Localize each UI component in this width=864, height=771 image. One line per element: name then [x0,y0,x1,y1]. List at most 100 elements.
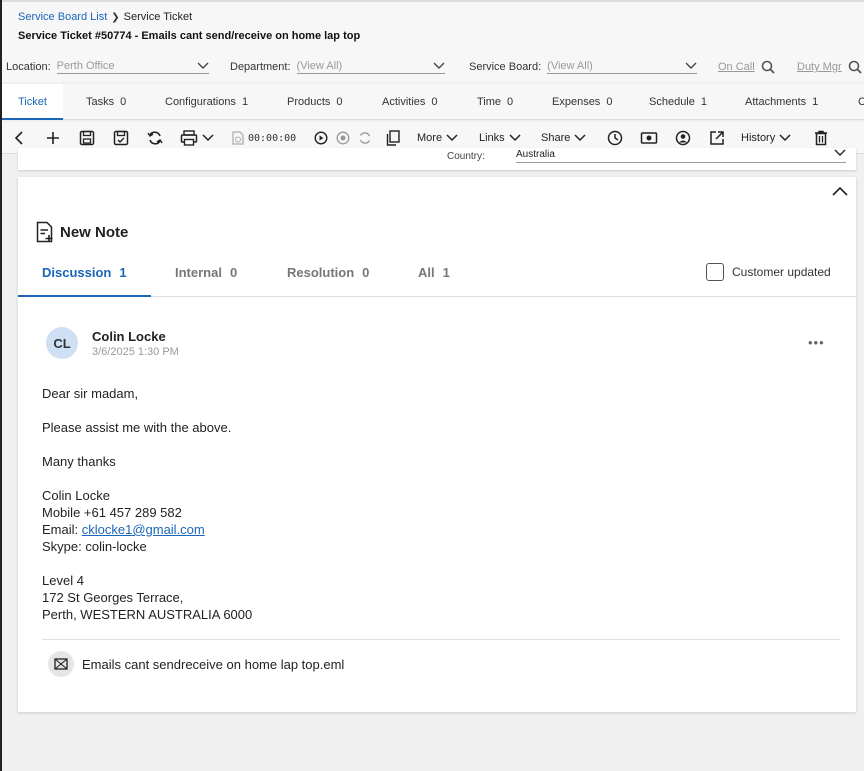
department-select[interactable]: (View All) [296,60,445,74]
reset-icon [359,132,371,144]
more-label: More [417,132,443,144]
note-header: CL Colin Locke 3/6/2025 1:30 PM [46,327,179,359]
tab-time[interactable]: Time 0 [477,84,513,120]
chevron-down-icon [446,134,458,142]
tab-products[interactable]: Products 0 [287,84,343,120]
page-title: Service Ticket #50774 - Emails cant send… [18,30,361,42]
breadcrumb: Service Board List ❯ Service Ticket [18,11,192,23]
trash-icon [815,130,827,146]
location-label: Location: [6,61,51,73]
search-icon[interactable] [761,60,775,74]
chevron-down-icon [834,149,846,156]
tab-label: Schedule [649,96,695,108]
tab-count: 1 [442,265,450,280]
department-filter: Department: (View All) [230,60,445,74]
tab-overflow[interactable]: C [858,84,864,120]
plus-icon [47,132,59,144]
location-value: Perth Office [56,60,115,72]
breadcrumb-service-board-list[interactable]: Service Board List [18,11,107,23]
country-select[interactable]: Australia [516,149,846,163]
tab-label: Time [477,96,502,108]
chevron-down-icon [202,134,214,142]
save-close-icon [113,130,129,146]
notes-panel: New Note Discussion 1 Internal 0 Resolutio… [18,177,856,712]
tab-count: 0 [507,96,514,108]
on-call-label: On Call [718,61,755,73]
customer-updated-toggle[interactable]: Customer updated [706,263,831,281]
tab-schedule[interactable]: Schedule 1 [649,84,707,120]
chevron-down-icon [779,134,791,142]
tab-count: 1 [812,96,819,108]
refresh-icon [147,131,163,145]
location-select[interactable]: Perth Office [56,60,209,74]
tab-discussion[interactable]: Discussion 1 [42,265,127,280]
tab-tasks[interactable]: Tasks 0 [86,84,126,120]
tab-attachments[interactable]: Attachments 1 [745,84,818,120]
duty-mgr-label: Duty Mgr [797,61,842,73]
attachment-name: Emails cant sendreceive on home lap top.… [82,656,345,672]
tab-all[interactable]: All 1 [418,265,450,280]
attachment-divider [42,639,840,640]
clock-icon [607,130,623,146]
signature-skype: Skype: colin-locke [42,539,147,554]
printer-icon [180,130,198,146]
service-board-label: Service Board: [469,61,542,73]
tab-count: 1 [700,96,707,108]
customer-updated-checkbox[interactable] [706,263,724,281]
tab-count: 0 [120,96,127,108]
note-filter-tabs: Discussion 1 Internal 0 Resolution 0 All 1 C… [18,257,856,297]
copy-icon [386,130,400,146]
avatar: CL [46,327,78,359]
note-line: Many thanks [42,454,116,469]
email-label: Email: [42,522,82,537]
country-label: Country: [447,151,485,162]
tab-internal[interactable]: Internal 0 [175,265,237,280]
note-body: Dear sir madam, Please assist me with th… [42,385,252,623]
tab-label: Tasks [86,96,115,108]
tab-count: 0 [362,265,370,280]
tab-count: 0 [431,96,438,108]
chevron-down-icon [197,62,209,69]
signature-mobile: Mobile +61 457 289 582 [42,505,182,520]
tab-label: All [418,265,435,280]
chevron-up-icon[interactable] [832,185,848,197]
tab-label: Activities [382,96,426,108]
tab-resolution[interactable]: Resolution 0 [287,265,369,280]
service-board-select[interactable]: (View All) [547,60,698,74]
active-tab-indicator [18,295,151,297]
more-options-icon[interactable]: ••• [808,335,825,350]
tab-expenses[interactable]: Expenses 0 [552,84,612,120]
page-header: Service Board List ❯ Service Ticket Serv… [2,2,864,52]
department-label: Department: [230,61,291,73]
new-note-button[interactable]: New Note [36,221,128,243]
tab-label: Resolution [287,265,355,280]
address-line: Level 4 [42,573,84,588]
tab-label: Internal [175,265,222,280]
tab-count: 0 [606,96,613,108]
tab-count: 0 [229,265,238,280]
tab-label: Products [287,96,331,108]
country-value: Australia [516,149,555,160]
money-icon [640,132,658,144]
document-clock-icon [232,131,244,145]
filter-bar: Location: Perth Office Department: (View… [2,52,864,82]
tab-label: Ticket [18,96,47,108]
note-author: Colin Locke [92,329,166,344]
tab-configurations[interactable]: Configurations 1 [165,84,248,120]
tab-activities[interactable]: Activities 0 [382,84,438,120]
play-circle-icon [314,131,328,145]
tab-label: Discussion [42,265,112,280]
tab-count: 1 [241,96,249,108]
note-attachment[interactable]: Emails cant sendreceive on home lap top.… [48,651,344,677]
new-note-label: New Note [60,223,129,241]
timer-value: 00:00:00 [248,132,297,144]
duty-mgr-link[interactable]: Duty Mgr [797,60,862,74]
on-call-link[interactable]: On Call [718,60,775,74]
search-icon[interactable] [848,60,862,74]
address-card: Country: Australia [18,148,856,170]
tab-ticket[interactable]: Ticket [2,84,63,120]
location-filter: Location: Perth Office [6,60,209,74]
chevron-down-icon [685,62,697,69]
email-link[interactable]: cklocke1@gmail.com [82,522,205,537]
customer-updated-label: Customer updated [732,265,831,279]
